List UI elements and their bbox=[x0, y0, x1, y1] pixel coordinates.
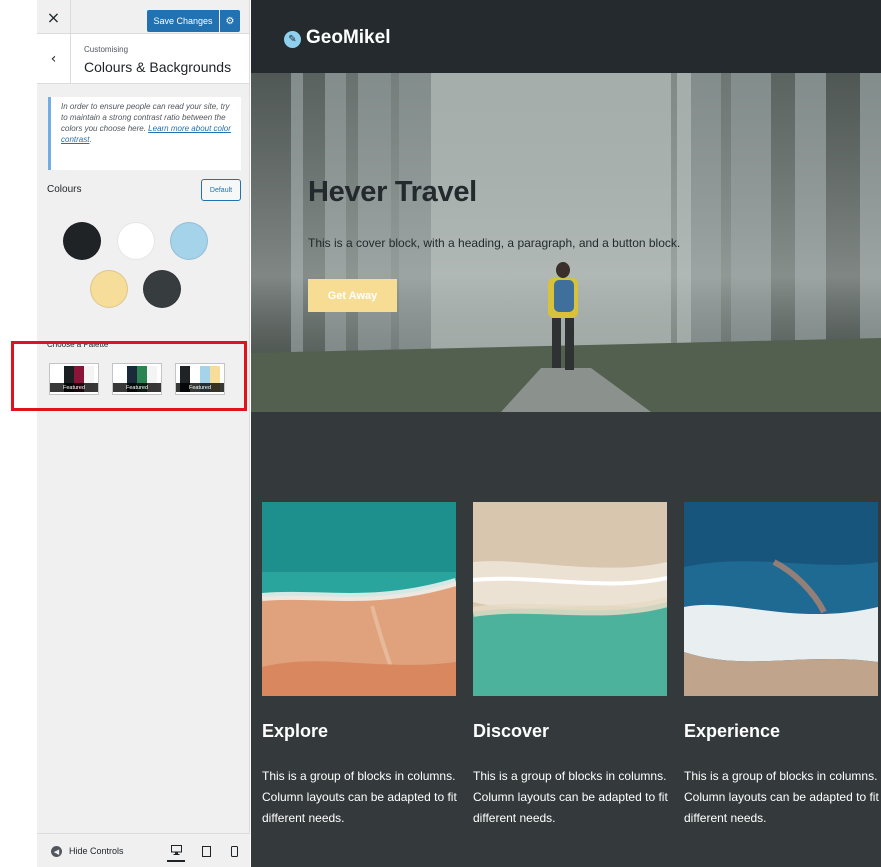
featured-badge: Featured bbox=[113, 383, 161, 392]
featured-badge: Featured bbox=[176, 383, 224, 392]
site-preview: ✎ GeoMikel Hever Travel This is a cover … bbox=[251, 0, 881, 867]
column-text-experience: This is a group of blocks in columns. Co… bbox=[684, 769, 879, 825]
get-away-button[interactable]: Get Away bbox=[308, 279, 397, 312]
cover-paragraph: This is a cover block, with a heading, a… bbox=[308, 236, 681, 250]
column-title-explore: Explore bbox=[262, 721, 329, 741]
section-title-bar: ‹ Customising Colours & Backgrounds bbox=[37, 34, 249, 84]
site-header: ✎ GeoMikel bbox=[251, 0, 881, 73]
site-title[interactable]: GeoMikel bbox=[306, 27, 390, 49]
colour-swatch-black[interactable] bbox=[63, 222, 101, 260]
cover-heading: Hever Travel bbox=[308, 176, 477, 208]
back-button[interactable]: ‹ bbox=[37, 34, 71, 84]
publish-settings-gear-icon[interactable]: ⚙ bbox=[220, 10, 240, 32]
tablet-preview-icon[interactable] bbox=[197, 840, 215, 862]
close-button[interactable]: × bbox=[37, 0, 71, 34]
default-colours-button[interactable]: Default bbox=[201, 179, 241, 201]
featured-badge: Featured bbox=[50, 383, 98, 392]
desktop-preview-icon[interactable] bbox=[167, 840, 185, 862]
discover-beach-image bbox=[473, 502, 667, 696]
palette-option-3[interactable]: Featured bbox=[175, 363, 225, 395]
palette-label: Choose a Palette bbox=[47, 340, 109, 349]
colour-swatch-yellow[interactable] bbox=[90, 270, 128, 308]
customizer-header: × Save Changes ⚙ bbox=[37, 0, 249, 34]
breadcrumb: Customising bbox=[84, 45, 129, 54]
cover-block: Hever Travel This is a cover block, with… bbox=[251, 73, 881, 412]
pencil-logo-icon: ✎ bbox=[284, 31, 301, 48]
colours-label: Colours bbox=[47, 184, 82, 195]
experience-beach-image bbox=[684, 502, 878, 696]
explore-beach-image bbox=[262, 502, 456, 696]
save-group: Save Changes ⚙ bbox=[147, 10, 240, 32]
customizer-sidebar: × Save Changes ⚙ ‹ Customising Colours &… bbox=[37, 0, 250, 867]
column-title-experience: Experience bbox=[684, 721, 781, 741]
contrast-notice: In order to ensure people can read your … bbox=[48, 97, 241, 170]
hide-controls-icon[interactable]: ◀ bbox=[51, 846, 62, 857]
hide-controls-button[interactable]: Hide Controls bbox=[69, 846, 124, 856]
colour-swatch-dark-grey[interactable] bbox=[143, 270, 181, 308]
colour-swatch-white[interactable] bbox=[117, 222, 155, 260]
column-title-discover: Discover bbox=[473, 721, 550, 741]
mobile-preview-icon[interactable] bbox=[225, 840, 243, 862]
colour-swatch-light-blue[interactable] bbox=[170, 222, 208, 260]
section-title: Colours & Backgrounds bbox=[84, 59, 232, 75]
column-text-discover: This is a group of blocks in columns. Co… bbox=[473, 769, 668, 825]
save-changes-button[interactable]: Save Changes bbox=[147, 10, 219, 32]
column-text-explore: This is a group of blocks in columns. Co… bbox=[262, 769, 457, 825]
palette-option-2[interactable]: Featured bbox=[112, 363, 162, 395]
palette-option-1[interactable]: Featured bbox=[49, 363, 99, 395]
customizer-footer: ◀ Hide Controls bbox=[37, 833, 250, 867]
notice-end: . bbox=[89, 135, 92, 144]
